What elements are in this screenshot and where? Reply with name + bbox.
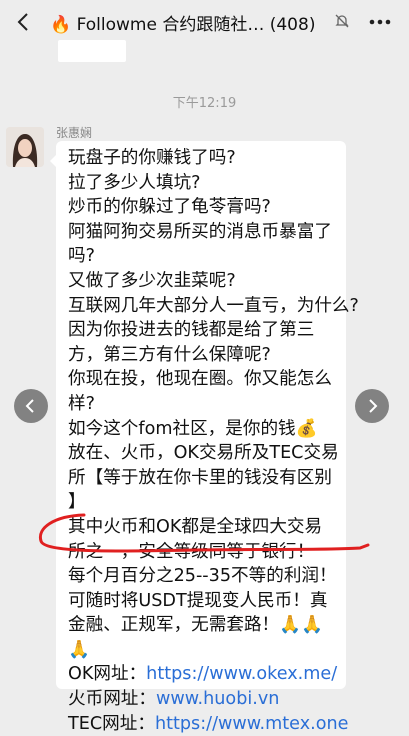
avatar-portrait-icon	[6, 127, 44, 167]
message-line: 样?	[68, 393, 95, 414]
mute-bell-icon	[335, 14, 349, 28]
message-line: 又做了多少次韭菜呢?	[68, 270, 236, 291]
mtex-link[interactable]: https://www.mtex.one	[155, 714, 349, 734]
sender-avatar[interactable]	[6, 127, 44, 167]
message-line: 阿猫阿狗交易所买的消息币暴富了	[68, 221, 332, 242]
message-line: 金融、正规军，无需套路！🙏🙏	[68, 615, 323, 636]
link-label: 火币网址：	[68, 689, 156, 710]
message-bubble[interactable]: 玩盘子的你赚钱了吗? 拉了多少人填坑? 炒币的你躲过了龟苓膏吗? 阿猫阿狗交易所…	[50, 141, 359, 734]
message-line: 方，第三方有什么保障呢?	[68, 344, 271, 365]
message-timestamp: 下午12:19	[172, 96, 237, 111]
next-image-button[interactable]	[355, 389, 389, 423]
link-line-tec: TEC网址：https://www.mtex.one	[68, 712, 348, 736]
huobi-link[interactable]: www.huobi.vn	[156, 689, 279, 709]
chevron-right-icon	[369, 399, 378, 413]
member-count: (408)	[269, 15, 316, 35]
chevron-left-icon	[25, 399, 34, 413]
sender-name: 张惠娴	[56, 126, 93, 140]
message-line: 拉了多少人填坑?	[68, 172, 201, 193]
message-line: 如今这个fom社区，是你的钱💰	[68, 418, 318, 439]
chat-title: 🔥 Followme 合约跟随社… (408)	[50, 10, 350, 35]
message-line: 炒币的你躲过了龟苓膏吗?	[68, 197, 271, 218]
back-icon[interactable]	[12, 10, 36, 34]
link-line-ok: OK网址：https://www.okex.me/	[68, 662, 340, 687]
link-label: OK网址：	[68, 664, 147, 685]
message-text: 玩盘子的你赚钱了吗? 拉了多少人填坑? 炒币的你躲过了龟苓膏吗? 阿猫阿狗交易所…	[68, 146, 359, 736]
link-label: TEC网址：	[68, 713, 155, 734]
message-line: 每个月百分之25--35不等的利润！	[68, 566, 337, 587]
message-line: 所【等于放在你卡里的钱没有区别	[68, 467, 332, 488]
message-line: 互联网几年大部分人一直亏，为什么?	[68, 295, 359, 316]
message-line: 可随时将USDT提现变人民币！真	[68, 590, 328, 611]
message-line: 玩盘子的你赚钱了吗?	[68, 148, 236, 168]
message-line: 放在、火币，OK交易所及TEC交易	[68, 443, 339, 464]
message-line: 你现在投，他现在圈。你又能怎么	[68, 369, 332, 390]
previous-message-card[interactable]	[58, 40, 126, 62]
red-underline-annotation	[38, 513, 370, 553]
message-line: 因为你投进去的钱都是给了第三	[68, 320, 315, 341]
message-line: 吗?	[68, 246, 95, 267]
chat-title-text: 🔥 Followme 合约跟随社…	[50, 15, 265, 35]
okex-link[interactable]: https://www.okex.me/	[146, 664, 337, 684]
link-line-huobi: 火币网址：www.huobi.vn	[68, 687, 340, 712]
previous-image-button[interactable]	[14, 389, 48, 423]
message-line: 🙏	[68, 639, 90, 660]
more-options-icon[interactable]	[366, 14, 394, 30]
